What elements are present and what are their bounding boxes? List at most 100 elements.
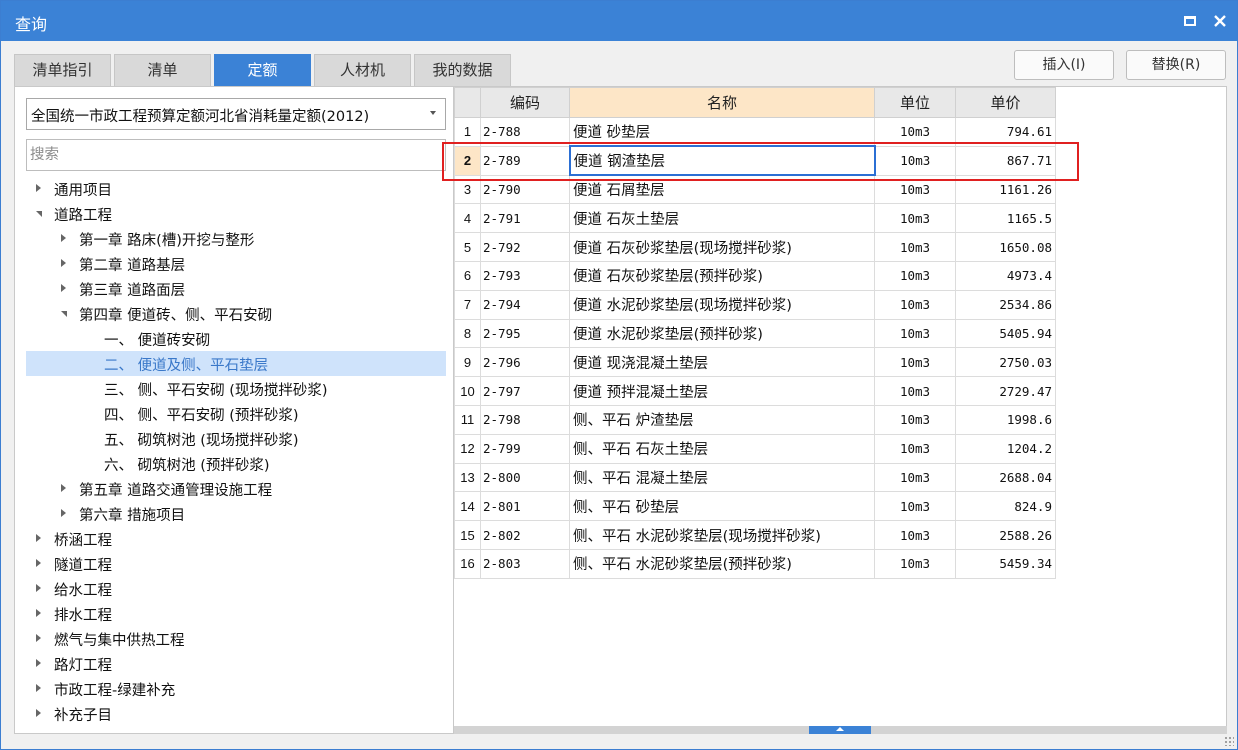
price-cell[interactable]: 5405.94 xyxy=(955,318,1056,349)
price-cell[interactable]: 4973.4 xyxy=(955,260,1056,291)
unit-cell[interactable]: 10m3 xyxy=(874,548,956,579)
table-row[interactable]: 15 2-802 侧、平石 水泥砂浆垫层(现场搅拌砂浆) 10m3 2588.26 xyxy=(454,520,1056,550)
horizontal-scrollbar[interactable] xyxy=(454,726,1227,734)
row-number-cell[interactable]: 15 xyxy=(454,520,481,550)
unit-cell[interactable]: 10m3 xyxy=(874,145,956,176)
name-cell[interactable]: 侧、平石 砂垫层 xyxy=(569,491,875,522)
price-cell[interactable]: 1204.2 xyxy=(955,433,1056,464)
triangle-right-icon[interactable] xyxy=(36,684,41,692)
column-header-price[interactable]: 单价 xyxy=(955,87,1056,118)
row-number-cell[interactable]: 11 xyxy=(454,404,481,435)
code-cell[interactable]: 2-800 xyxy=(480,462,570,493)
tree-item[interactable]: 四、 侧、平石安砌 (预拌砂浆) xyxy=(26,401,446,426)
tab-bill[interactable]: 清单 xyxy=(114,54,211,86)
triangle-right-icon[interactable] xyxy=(61,284,66,292)
name-cell[interactable]: 便道 石灰砂浆垫层(预拌砂浆) xyxy=(569,260,875,291)
name-cell[interactable]: 便道 水泥砂浆垫层(现场搅拌砂浆) xyxy=(569,289,875,320)
title-bar[interactable]: 查询 xyxy=(1,1,1237,41)
table-row[interactable]: 12 2-799 侧、平石 石灰土垫层 10m3 1204.2 xyxy=(454,433,1056,464)
triangle-down-icon[interactable] xyxy=(36,211,42,217)
table-row[interactable]: 9 2-796 便道 现浇混凝土垫层 10m3 2750.03 xyxy=(454,347,1056,378)
price-cell[interactable]: 2588.26 xyxy=(955,520,1056,550)
triangle-down-icon[interactable] xyxy=(61,311,67,317)
row-number-cell[interactable]: 14 xyxy=(454,491,481,522)
tree-item[interactable]: 桥涵工程 xyxy=(26,526,446,551)
quota-library-select[interactable]: 全国统一市政工程预算定额河北省消耗量定额(2012) xyxy=(26,98,446,130)
row-number-cell[interactable]: 3 xyxy=(454,174,481,205)
table-row[interactable]: 1 2-788 便道 砂垫层 10m3 794.61 xyxy=(454,117,1056,147)
name-cell[interactable]: 便道 石屑垫层 xyxy=(569,174,875,205)
triangle-right-icon[interactable] xyxy=(36,584,41,592)
unit-cell[interactable]: 10m3 xyxy=(874,376,956,406)
table-row[interactable]: 2 2-789 便道 钢渣垫层 10m3 867.71 xyxy=(454,145,1056,177)
column-header-code[interactable]: 编码 xyxy=(480,87,570,118)
name-cell[interactable]: 便道 砂垫层 xyxy=(569,117,875,147)
table-row[interactable]: 8 2-795 便道 水泥砂浆垫层(预拌砂浆) 10m3 5405.94 xyxy=(454,318,1056,349)
unit-cell[interactable]: 10m3 xyxy=(874,462,956,493)
table-row[interactable]: 11 2-798 侧、平石 炉渣垫层 10m3 1998.6 xyxy=(454,404,1056,435)
tree-item[interactable]: 第四章 便道砖、侧、平石安砌 xyxy=(26,301,446,326)
resize-grip-icon[interactable] xyxy=(1224,736,1234,746)
row-number-cell[interactable]: 8 xyxy=(454,318,481,349)
price-cell[interactable]: 867.71 xyxy=(955,145,1056,176)
code-cell[interactable]: 2-796 xyxy=(480,347,570,378)
price-cell[interactable]: 794.61 xyxy=(955,117,1056,147)
tree-item[interactable]: 排水工程 xyxy=(26,601,446,626)
tree-item[interactable]: 六、 砌筑树池 (预拌砂浆) xyxy=(26,451,446,476)
name-cell[interactable]: 便道 水泥砂浆垫层(预拌砂浆) xyxy=(569,318,875,349)
name-cell[interactable]: 便道 现浇混凝土垫层 xyxy=(569,347,875,378)
code-cell[interactable]: 2-799 xyxy=(480,433,570,464)
tree-item[interactable]: 第三章 道路面层 xyxy=(26,276,446,301)
triangle-right-icon[interactable] xyxy=(36,534,41,542)
unit-cell[interactable]: 10m3 xyxy=(874,347,956,378)
name-cell[interactable]: 便道 石灰土垫层 xyxy=(569,203,875,234)
tree-item[interactable]: 路灯工程 xyxy=(26,651,446,676)
price-cell[interactable]: 2688.04 xyxy=(955,462,1056,493)
close-button[interactable] xyxy=(1208,9,1232,33)
tree-item[interactable]: 燃气与集中供热工程 xyxy=(26,626,446,651)
tree-item[interactable]: 给水工程 xyxy=(26,576,446,601)
triangle-right-icon[interactable] xyxy=(61,259,66,267)
tree-item[interactable]: 三、 侧、平石安砌 (现场搅拌砂浆) xyxy=(26,376,446,401)
table-row[interactable]: 10 2-797 便道 预拌混凝土垫层 10m3 2729.47 xyxy=(454,376,1056,406)
name-cell[interactable]: 便道 钢渣垫层 xyxy=(568,145,876,177)
tree-item[interactable]: 一、 便道砖安砌 xyxy=(26,326,446,351)
row-number-cell[interactable]: 6 xyxy=(454,260,481,291)
triangle-right-icon[interactable] xyxy=(61,234,66,242)
triangle-right-icon[interactable] xyxy=(36,609,41,617)
table-row[interactable]: 14 2-801 侧、平石 砂垫层 10m3 824.9 xyxy=(454,491,1056,522)
row-number-cell[interactable]: 12 xyxy=(454,433,481,464)
tree-item[interactable]: 二、 便道及侧、平石垫层 xyxy=(26,351,446,376)
row-number-cell[interactable]: 10 xyxy=(454,376,481,406)
column-header-name[interactable]: 名称 xyxy=(569,87,875,118)
price-cell[interactable]: 1165.5 xyxy=(955,203,1056,234)
table-row[interactable]: 3 2-790 便道 石屑垫层 10m3 1161.26 xyxy=(454,174,1056,205)
price-cell[interactable]: 2534.86 xyxy=(955,289,1056,320)
row-number-cell[interactable]: 4 xyxy=(454,203,481,234)
name-cell[interactable]: 侧、平石 水泥砂浆垫层(现场搅拌砂浆) xyxy=(569,520,875,550)
tree-item[interactable]: 市政工程-绿建补充 xyxy=(26,676,446,701)
name-cell[interactable]: 便道 石灰砂浆垫层(现场搅拌砂浆) xyxy=(569,232,875,262)
replace-button[interactable]: 替换(R) xyxy=(1126,50,1226,80)
unit-cell[interactable]: 10m3 xyxy=(874,433,956,464)
code-cell[interactable]: 2-798 xyxy=(480,404,570,435)
row-number-cell[interactable]: 16 xyxy=(454,548,481,579)
code-cell[interactable]: 2-802 xyxy=(480,520,570,550)
row-number-cell[interactable]: 1 xyxy=(454,117,481,147)
table-row[interactable]: 13 2-800 侧、平石 混凝土垫层 10m3 2688.04 xyxy=(454,462,1056,493)
code-cell[interactable]: 2-793 xyxy=(480,260,570,291)
table-row[interactable]: 5 2-792 便道 石灰砂浆垫层(现场搅拌砂浆) 10m3 1650.08 xyxy=(454,232,1056,262)
row-number-cell[interactable]: 7 xyxy=(454,289,481,320)
name-cell[interactable]: 侧、平石 水泥砂浆垫层(预拌砂浆) xyxy=(569,548,875,579)
code-cell[interactable]: 2-790 xyxy=(480,174,570,205)
code-cell[interactable]: 2-789 xyxy=(480,145,570,176)
code-cell[interactable]: 2-794 xyxy=(480,289,570,320)
tree-item[interactable]: 隧道工程 xyxy=(26,551,446,576)
table-row[interactable]: 7 2-794 便道 水泥砂浆垫层(现场搅拌砂浆) 10m3 2534.86 xyxy=(454,289,1056,320)
name-cell[interactable]: 便道 预拌混凝土垫层 xyxy=(569,376,875,406)
maximize-button[interactable] xyxy=(1178,9,1202,33)
triangle-right-icon[interactable] xyxy=(36,659,41,667)
unit-cell[interactable]: 10m3 xyxy=(874,520,956,550)
code-cell[interactable]: 2-795 xyxy=(480,318,570,349)
row-number-cell[interactable]: 5 xyxy=(454,232,481,262)
